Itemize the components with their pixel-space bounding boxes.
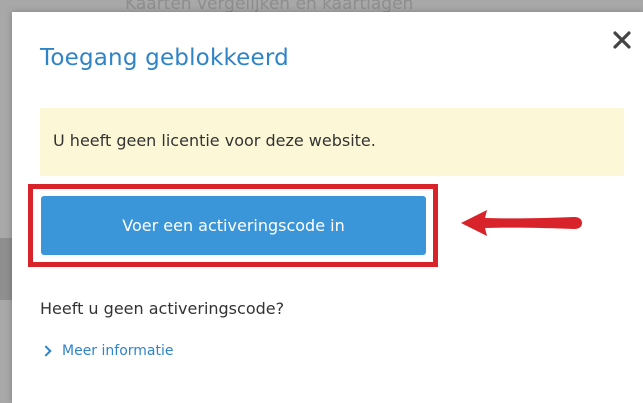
license-notice: U heeft geen licentie voor deze website.: [40, 108, 624, 176]
close-icon[interactable]: [613, 26, 631, 54]
annotation-arrow-icon: [461, 210, 582, 236]
more-info-link[interactable]: Meer informatie: [40, 343, 174, 359]
no-activation-code-question: Heeft u geen activeringscode?: [40, 299, 285, 318]
access-blocked-dialog: Toegang geblokkeerd U heeft geen licenti…: [12, 12, 643, 403]
background-fragment: [0, 238, 12, 300]
license-notice-text: U heeft geen licentie voor deze website.: [53, 131, 376, 150]
enter-activation-code-button[interactable]: Voer een activeringscode in: [41, 196, 426, 255]
chevron-right-icon: [40, 345, 52, 357]
dialog-title: Toegang geblokkeerd: [40, 45, 289, 71]
close-x-glyph: [613, 31, 631, 49]
more-info-label: Meer informatie: [62, 343, 174, 359]
